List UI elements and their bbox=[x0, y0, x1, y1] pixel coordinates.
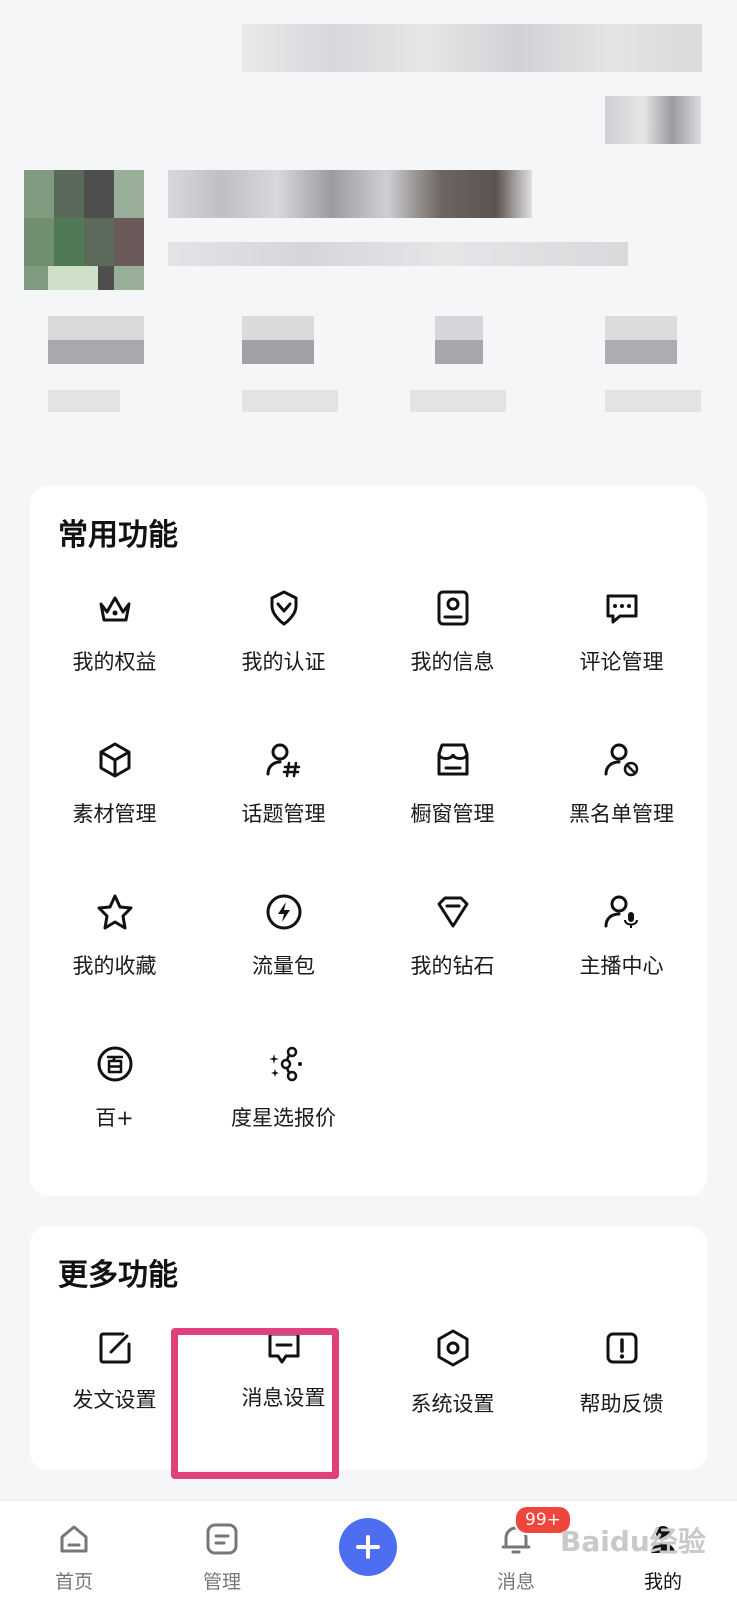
profile-card-icon bbox=[437, 590, 468, 626]
section-title-common: 常用功能 bbox=[58, 518, 178, 553]
common-function-item[interactable]: 我的认证 bbox=[199, 586, 368, 676]
manage-icon bbox=[206, 1523, 238, 1555]
common-function-item[interactable]: 百+ bbox=[30, 1042, 199, 1132]
common-function-item-label: 百+ bbox=[95, 1106, 134, 1130]
settings-hex-icon bbox=[437, 1329, 468, 1367]
more-function-item-label: 系统设置 bbox=[410, 1392, 495, 1416]
tab-manage-label: 管理 bbox=[202, 1571, 241, 1593]
common-function-item-label: 黑名单管理 bbox=[569, 802, 674, 826]
common-function-item[interactable]: 橱窗管理 bbox=[368, 738, 537, 828]
tab-message-label: 消息 bbox=[496, 1571, 535, 1593]
lightning-icon bbox=[266, 894, 301, 930]
common-function-item[interactable]: 我的权益 bbox=[30, 586, 199, 676]
bai-plus-icon bbox=[97, 1046, 132, 1082]
verified-badge-icon bbox=[270, 590, 297, 626]
common-function-item-label: 我的认证 bbox=[241, 650, 326, 674]
plus-icon bbox=[356, 1535, 380, 1559]
blurred-profile-header bbox=[0, 0, 737, 480]
more-function-item-label: 帮助反馈 bbox=[579, 1392, 664, 1416]
star-icon bbox=[97, 894, 132, 930]
tab-home[interactable]: 首页 bbox=[19, 1501, 129, 1594]
crown-icon bbox=[99, 596, 130, 622]
user-mic-icon bbox=[604, 895, 638, 928]
common-function-item[interactable]: 我的信息 bbox=[368, 586, 537, 676]
section-title-more: 更多功能 bbox=[58, 1258, 178, 1293]
publish-plus-button[interactable] bbox=[339, 1518, 397, 1576]
common-function-item[interactable]: 流量包 bbox=[199, 890, 368, 980]
user-hashtag-icon bbox=[266, 743, 300, 778]
common-function-item[interactable]: 度星选报价 bbox=[199, 1042, 368, 1132]
tab-manage[interactable]: 管理 bbox=[167, 1501, 277, 1594]
tab-mine-label: 我的 bbox=[643, 1571, 682, 1593]
user-block-icon bbox=[604, 743, 638, 777]
highlight-box bbox=[171, 1328, 339, 1479]
edit-square-icon bbox=[99, 1332, 130, 1364]
baidu-watermark: Baidu经验 bbox=[560, 1525, 706, 1558]
diamond-icon bbox=[437, 896, 468, 928]
common-function-item-label: 度星选报价 bbox=[231, 1106, 336, 1130]
storefront-icon bbox=[437, 743, 468, 776]
cube-icon bbox=[99, 742, 130, 778]
comment-bubble-icon bbox=[606, 594, 637, 624]
common-function-item-label: 评论管理 bbox=[579, 650, 664, 674]
common-function-item[interactable]: 素材管理 bbox=[30, 738, 199, 828]
common-function-item-label: 话题管理 bbox=[241, 802, 326, 826]
common-function-item[interactable]: 评论管理 bbox=[537, 586, 706, 676]
common-function-item-label: 素材管理 bbox=[72, 802, 157, 826]
more-functions-card: 更多功能 发文设置 消息设置 系统设置 帮助反馈 bbox=[30, 1226, 707, 1470]
common-function-item-label: 流量包 bbox=[252, 954, 315, 978]
home-icon bbox=[60, 1525, 88, 1553]
more-function-item[interactable]: 系统设置 bbox=[368, 1326, 537, 1418]
common-function-item[interactable]: 我的收藏 bbox=[30, 890, 199, 980]
common-function-item-label: 橱窗管理 bbox=[410, 802, 495, 826]
more-function-item[interactable]: 帮助反馈 bbox=[537, 1326, 706, 1418]
common-function-item-label: 我的收藏 bbox=[72, 954, 157, 978]
common-function-item-label: 我的信息 bbox=[410, 650, 495, 674]
common-function-item[interactable]: 主播中心 bbox=[537, 890, 706, 980]
help-alert-icon bbox=[606, 1332, 637, 1364]
common-function-item[interactable]: 话题管理 bbox=[199, 738, 368, 828]
common-functions-card: 常用功能 我的权益 我的认证 我的信息 评论管理素材管理 话题管理 橱窗管理 黑名单管理我的… bbox=[30, 486, 707, 1196]
common-function-item-label: 主播中心 bbox=[579, 954, 664, 978]
common-function-item-label: 我的权益 bbox=[72, 650, 157, 674]
common-function-item-label: 我的钻石 bbox=[410, 954, 495, 978]
common-function-item[interactable]: 我的钻石 bbox=[368, 890, 537, 980]
tab-home-label: 首页 bbox=[54, 1571, 93, 1593]
common-function-item[interactable]: 黑名单管理 bbox=[537, 738, 706, 828]
sparkle-nodes-icon bbox=[268, 1046, 302, 1082]
